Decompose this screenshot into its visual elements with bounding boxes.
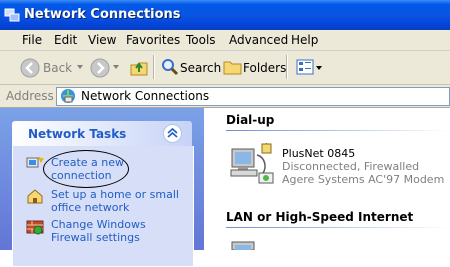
folders-button-label[interactable]: Folders <box>243 61 286 75</box>
windows-firewall-settings-link[interactable]: Change Windows Firewall settings <box>51 218 146 244</box>
menu-view[interactable]: View <box>88 33 116 47</box>
pane-splitter[interactable] <box>204 108 214 250</box>
home-network-icon <box>27 189 43 204</box>
highlight-ellipse <box>43 150 129 188</box>
home-office-network-link[interactable]: Set up a home or small office network <box>51 188 179 214</box>
address-label: Address <box>6 89 54 103</box>
collapse-chevron-icon[interactable] <box>163 124 182 143</box>
forward-arrow-icon[interactable] <box>90 58 110 78</box>
window-title: Network Connections <box>24 7 181 22</box>
address-field[interactable]: Network Connections <box>56 87 450 106</box>
back-dropdown-icon[interactable] <box>77 65 83 69</box>
menu-edit[interactable]: Edit <box>54 33 77 47</box>
menu-favorites[interactable]: Favorites <box>126 33 180 47</box>
toolbar-separator <box>286 55 288 79</box>
folders-icon[interactable] <box>223 58 243 76</box>
menu-tools[interactable]: Tools <box>186 33 216 47</box>
address-value: Network Connections <box>81 89 210 103</box>
connection-device: Agere Systems AC'97 Modem <box>282 173 445 186</box>
up-folder-icon[interactable] <box>129 57 149 77</box>
menu-file[interactable]: File <box>22 33 42 47</box>
network-connections-icon <box>61 89 75 103</box>
search-icon[interactable] <box>161 58 179 76</box>
menu-help[interactable]: Help <box>291 33 318 47</box>
section-divider <box>226 130 450 131</box>
firewall-icon <box>26 220 44 235</box>
forward-dropdown-icon[interactable] <box>113 65 119 69</box>
menu-advanced[interactable]: Advanced <box>229 33 288 47</box>
lan-section-title: LAN or High-Speed Internet <box>226 210 414 224</box>
back-arrow-icon[interactable] <box>20 58 40 78</box>
connection-status: Disconnected, Firewalled <box>282 160 420 173</box>
network-tasks-title: Network Tasks <box>28 127 127 141</box>
lan-connection-icon[interactable] <box>229 238 275 250</box>
views-icon[interactable] <box>296 58 314 76</box>
toolbar-separator <box>153 55 155 79</box>
search-button-label[interactable]: Search <box>180 61 221 75</box>
connection-name: PlusNet 0845 <box>282 147 356 160</box>
back-button-label[interactable]: Back <box>43 61 72 75</box>
connection-item[interactable]: PlusNet 0845 Disconnected, Firewalled Ag… <box>282 147 444 186</box>
section-divider <box>226 227 450 228</box>
network-connections-icon <box>4 8 20 22</box>
views-dropdown-icon[interactable] <box>316 66 322 70</box>
new-connection-icon <box>26 156 44 168</box>
dial-up-connection-icon[interactable] <box>229 143 275 191</box>
dial-up-section-title: Dial-up <box>226 113 275 127</box>
